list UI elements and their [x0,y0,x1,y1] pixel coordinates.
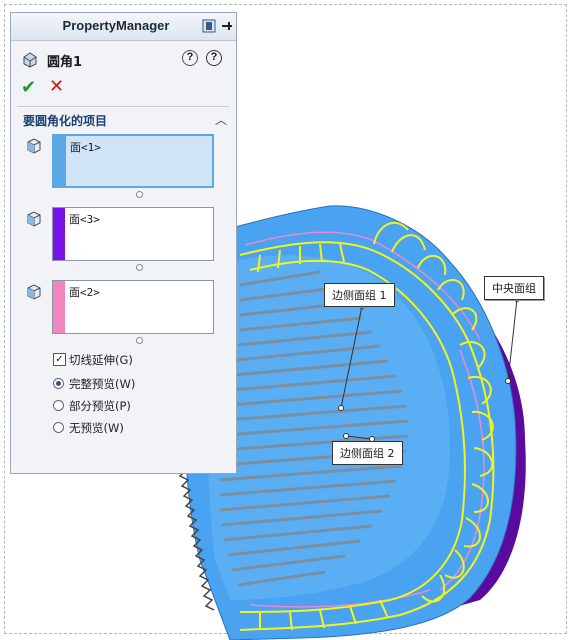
fillet-feature-icon [23,52,37,68]
resize-grip[interactable] [136,337,143,344]
property-manager-panel: PropertyManager 圆角1 ? ? ✔ ✕ 要圆角化的项目 ︿ 面<… [10,12,237,474]
face-selection-icon [27,138,41,154]
callout-side-group-2: 边侧面组 2 [332,441,403,465]
ok-check-icon: ✔ [21,77,37,98]
cancel-button[interactable]: ✕ [49,76,64,97]
selection-item[interactable]: 面<3> [69,211,100,227]
tangent-propagation-checkbox[interactable]: ✓ [53,353,66,366]
face-selection-box-1[interactable]: 面<1> [52,134,214,188]
help-icon[interactable]: ? [206,50,222,66]
divider [17,106,229,107]
face-selection-box-3[interactable]: 面<2> [52,280,214,334]
ok-button[interactable]: ✔ [21,77,36,98]
pin-icon[interactable] [202,19,216,33]
help-tip-icon[interactable]: ? [182,50,198,66]
group-title-items-to-fillet: 要圆角化的项目 [23,114,108,128]
resize-grip[interactable] [136,191,143,198]
face-color-swatch [53,281,65,333]
callout-side-group-1: 边侧面组 1 [324,283,395,307]
thumbtack-icon[interactable] [220,19,234,33]
face-selection-icon [27,284,41,300]
face-selection-icon [27,211,41,227]
callout-center-group: 中央面组 [484,276,544,300]
panel-title: PropertyManager [62,18,170,33]
face-selection-box-2[interactable]: 面<3> [52,207,214,261]
property-manager-titlebar: PropertyManager [11,13,236,41]
partial-preview-label: 部分预览(P) [69,399,131,413]
collapse-chevron-icon[interactable]: ︿ [215,111,227,128]
face-color-swatch [53,208,65,260]
no-preview-label: 无预览(W) [69,421,124,435]
resize-grip[interactable] [136,264,143,271]
tangent-propagation-label: 切线延伸(G) [69,353,133,367]
face-color-swatch [54,136,66,186]
full-preview-label: 完整预览(W) [69,377,136,391]
partial-preview-radio[interactable] [53,400,64,411]
cancel-x-icon: ✕ [49,76,65,97]
feature-name: 圆角1 [47,55,83,70]
selection-item[interactable]: 面<1> [70,139,101,155]
full-preview-radio[interactable] [53,378,64,389]
no-preview-radio[interactable] [53,422,64,433]
selection-item[interactable]: 面<2> [69,284,100,300]
